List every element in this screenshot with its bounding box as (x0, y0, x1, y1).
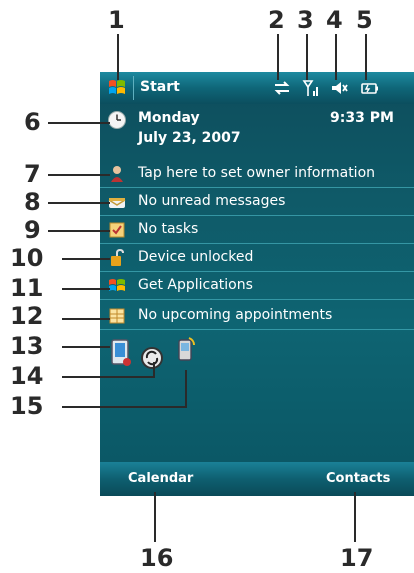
day-label: Monday (138, 110, 200, 126)
device-settings-icon[interactable] (108, 338, 132, 368)
callout-17: 17 (340, 544, 374, 572)
owner-info-label: Tap here to set owner information (138, 165, 376, 181)
row-separator (100, 329, 414, 330)
messages-item[interactable]: No unread messages (100, 188, 414, 216)
leader-line-4 (335, 34, 337, 80)
leader-line-8 (48, 202, 110, 204)
clock-icon (108, 111, 126, 129)
leader-line-7 (48, 174, 110, 176)
callout-14: 14 (10, 362, 44, 390)
owner-icon (111, 166, 123, 182)
callout-16: 16 (140, 544, 174, 572)
leader-line-3 (306, 34, 308, 80)
leader-line-14 (62, 376, 154, 378)
sync-icon[interactable] (140, 342, 164, 372)
title-separator (133, 76, 134, 100)
device-lock-item[interactable]: Device unlocked (100, 244, 414, 272)
leader-line-13 (62, 346, 110, 348)
leader-line-16 (154, 492, 156, 542)
messages-label: No unread messages (138, 193, 286, 209)
get-applications-label: Get Applications (138, 277, 253, 293)
signal-strength-icon[interactable] (302, 78, 322, 98)
leader-line-6 (48, 122, 110, 124)
connectivity-icon[interactable] (272, 78, 292, 98)
windows-flag-icon (109, 279, 125, 291)
callout-13: 13 (10, 332, 44, 360)
leader-line-15-riser (185, 370, 187, 408)
lock-icon (111, 248, 124, 266)
comm-manager-icon[interactable] (174, 334, 198, 364)
device-lock-label: Device unlocked (138, 249, 254, 265)
callout-15: 15 (10, 392, 44, 420)
windows-start-icon[interactable] (106, 77, 128, 99)
today-date-block[interactable]: Monday July 23, 2007 9:33 PM (100, 106, 414, 158)
messages-icon (108, 198, 126, 208)
callout-5: 5 (356, 6, 373, 34)
calendar-softkey[interactable]: Calendar (128, 471, 193, 486)
callout-1: 1 (108, 6, 125, 34)
contacts-softkey[interactable]: Contacts (326, 471, 390, 486)
callout-9: 9 (24, 216, 41, 244)
start-menu-label[interactable]: Start (140, 79, 180, 95)
leader-line-2 (277, 34, 279, 80)
get-applications-item[interactable]: Get Applications (100, 272, 414, 300)
tasks-label: No tasks (138, 221, 199, 237)
quick-launch-bar (100, 334, 414, 374)
callout-8: 8 (24, 188, 41, 216)
time-label: 9:33 PM (330, 110, 394, 126)
appointments-label: No upcoming appointments (138, 307, 333, 323)
leader-line-12 (62, 318, 110, 320)
callout-6: 6 (24, 108, 41, 136)
callout-12: 12 (10, 302, 44, 330)
leader-line-15 (62, 406, 186, 408)
leader-line-14-riser (153, 362, 155, 378)
date-label: July 23, 2007 (138, 130, 241, 146)
battery-icon[interactable] (360, 78, 380, 98)
appointments-item[interactable]: No upcoming appointments (100, 302, 414, 330)
callout-3: 3 (297, 6, 314, 34)
leader-line-11 (62, 288, 110, 290)
soft-key-bar: Calendar Contacts (100, 462, 414, 496)
tasks-item[interactable]: No tasks (100, 216, 414, 244)
leader-line-1 (117, 34, 119, 80)
callout-2: 2 (268, 6, 285, 34)
tasks-icon (109, 222, 125, 238)
callout-4: 4 (326, 6, 343, 34)
leader-line-9 (48, 230, 110, 232)
callout-11: 11 (10, 274, 44, 302)
calendar-icon (109, 308, 125, 324)
callout-10: 10 (10, 244, 44, 272)
leader-line-5 (365, 34, 367, 80)
volume-icon[interactable] (330, 78, 350, 98)
leader-line-10 (62, 258, 110, 260)
leader-line-17 (354, 492, 356, 542)
row-separator (100, 299, 414, 300)
callout-7: 7 (24, 160, 41, 188)
owner-info-item[interactable]: Tap here to set owner information (100, 160, 414, 188)
phone-screen: Start Monday July 23, 2007 9:33 PM Tap h… (100, 72, 414, 496)
